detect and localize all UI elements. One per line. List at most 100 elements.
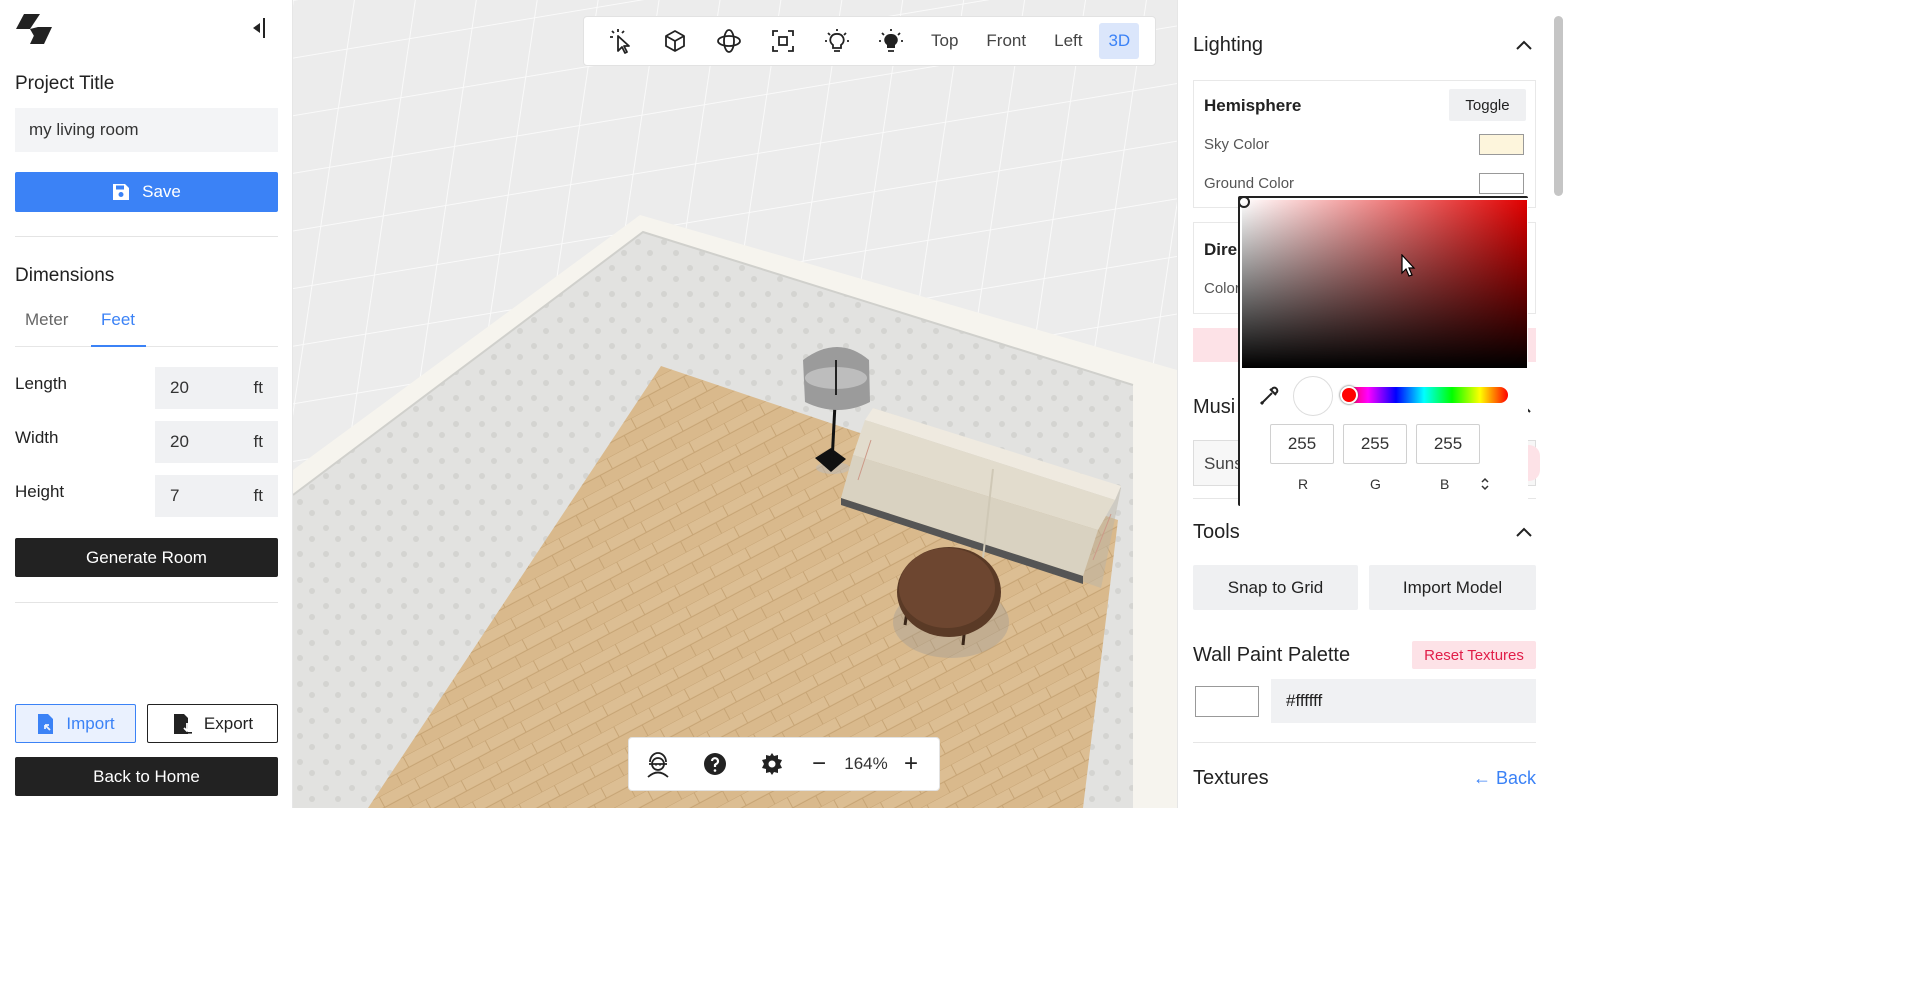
view-front-button[interactable]: Front bbox=[977, 23, 1035, 59]
hemisphere-card: Hemisphere Toggle Sky Color Ground Color bbox=[1193, 80, 1536, 208]
import-label: Import bbox=[66, 713, 115, 733]
music-select-value: Suns bbox=[1204, 454, 1243, 473]
scrollbar-thumb[interactable] bbox=[1554, 16, 1563, 196]
wall-color-hex-input[interactable]: #ffffff bbox=[1271, 679, 1536, 723]
tab-meter[interactable]: Meter bbox=[25, 310, 68, 330]
saturation-handle[interactable] bbox=[1238, 196, 1250, 208]
snap-to-grid-button[interactable]: Snap to Grid bbox=[1193, 565, 1358, 610]
avatar-button[interactable] bbox=[629, 737, 686, 791]
focus-tool-button[interactable] bbox=[756, 23, 810, 59]
hue-slider[interactable] bbox=[1340, 387, 1508, 403]
box-icon bbox=[665, 30, 685, 52]
save-button[interactable]: Save bbox=[15, 172, 278, 212]
export-button[interactable]: Export bbox=[147, 704, 278, 743]
light-off-button[interactable] bbox=[810, 23, 864, 59]
height-input[interactable]: 7 ft bbox=[155, 475, 278, 517]
height-label: Height bbox=[15, 482, 65, 501]
select-cursor-icon bbox=[610, 29, 630, 54]
help-icon bbox=[703, 753, 726, 775]
sky-color-swatch[interactable] bbox=[1479, 134, 1524, 155]
save-label: Save bbox=[142, 182, 181, 201]
saturation-value-area[interactable] bbox=[1242, 200, 1527, 368]
generate-room-button[interactable]: Generate Room bbox=[15, 538, 278, 577]
export-label: Export bbox=[203, 713, 254, 733]
select-tool-button[interactable] bbox=[594, 23, 648, 59]
zoom-level: 164% bbox=[844, 754, 888, 773]
orbit-tool-button[interactable] bbox=[702, 23, 756, 59]
length-label: Length bbox=[15, 374, 67, 393]
left-sidebar: Project Title my living room Save Dimens… bbox=[0, 0, 293, 808]
light-on-button[interactable] bbox=[864, 23, 918, 59]
lighting-heading: Lighting bbox=[1193, 34, 1264, 56]
back-to-home-button[interactable]: Back to Home bbox=[15, 757, 278, 796]
color-preview-swatch bbox=[1293, 376, 1333, 416]
width-input[interactable]: 20 ft bbox=[155, 421, 278, 463]
bulb-outline-icon bbox=[825, 29, 849, 52]
view-toolbar: Top Front Left 3D bbox=[583, 16, 1156, 66]
green-label: G bbox=[1370, 476, 1381, 492]
help-button[interactable] bbox=[686, 737, 743, 791]
tab-feet[interactable]: Feet bbox=[101, 310, 135, 330]
bottom-toolbar: − 164% + bbox=[628, 737, 940, 791]
length-value: 20 bbox=[170, 378, 189, 397]
divider bbox=[15, 602, 278, 603]
tools-heading: Tools bbox=[1193, 521, 1240, 543]
object-tool-button[interactable] bbox=[648, 23, 702, 59]
hue-handle[interactable] bbox=[1340, 386, 1358, 404]
settings-button[interactable] bbox=[743, 737, 800, 791]
room-scene[interactable] bbox=[293, 0, 1177, 808]
eyedropper-icon[interactable] bbox=[1258, 385, 1280, 407]
import-model-button[interactable]: Import Model bbox=[1369, 565, 1536, 610]
tab-divider bbox=[15, 346, 278, 347]
settings-icon bbox=[761, 753, 782, 775]
directional-label: Dire bbox=[1204, 240, 1238, 259]
zoom-in-button[interactable]: + bbox=[900, 737, 922, 791]
import-file-icon bbox=[38, 713, 54, 734]
width-value: 20 bbox=[170, 432, 189, 451]
format-toggle-icon[interactable] bbox=[1480, 477, 1490, 491]
red-label: R bbox=[1298, 476, 1309, 492]
chevron-up-icon[interactable] bbox=[1514, 525, 1534, 539]
view-3d-button[interactable]: 3D bbox=[1099, 23, 1140, 59]
hemisphere-label: Hemisphere bbox=[1204, 96, 1302, 115]
project-title-input[interactable]: my living room bbox=[15, 108, 278, 152]
width-unit: ft bbox=[253, 432, 263, 451]
length-input[interactable]: 20 ft bbox=[155, 367, 278, 409]
width-label: Width bbox=[15, 428, 59, 447]
focus-frame-icon bbox=[772, 30, 794, 52]
view-left-button[interactable]: Left bbox=[1045, 23, 1091, 59]
wall-paint-heading: Wall Paint Palette bbox=[1193, 644, 1351, 666]
toggle-button[interactable]: Toggle bbox=[1449, 89, 1526, 121]
divider bbox=[15, 236, 278, 237]
music-heading: Musi bbox=[1193, 396, 1236, 418]
collapse-sidebar-icon[interactable] bbox=[250, 14, 270, 42]
length-unit: ft bbox=[253, 378, 263, 397]
wall-color-swatch[interactable] bbox=[1195, 686, 1259, 717]
project-title-label: Project Title bbox=[15, 73, 115, 94]
3d-viewport[interactable]: Top Front Left 3D − 164% + bbox=[293, 0, 1177, 808]
sky-color-label: Sky Color bbox=[1204, 136, 1270, 153]
ground-color-label: Ground Color bbox=[1204, 175, 1295, 192]
dimensions-label: Dimensions bbox=[15, 265, 115, 286]
import-button[interactable]: Import bbox=[15, 704, 136, 743]
avatar-icon bbox=[646, 752, 669, 778]
textures-back-link[interactable]: ← Back bbox=[1473, 768, 1536, 789]
active-tab-indicator bbox=[91, 345, 146, 347]
orbit-icon bbox=[717, 29, 741, 53]
mouse-cursor-icon bbox=[1401, 254, 1416, 277]
red-input[interactable]: 255 bbox=[1270, 424, 1334, 464]
chevron-up-icon[interactable] bbox=[1514, 38, 1534, 52]
reset-textures-button[interactable]: Reset Textures bbox=[1412, 641, 1536, 669]
zoom-out-button[interactable]: − bbox=[808, 737, 830, 791]
save-icon bbox=[113, 184, 130, 200]
blue-label: B bbox=[1440, 476, 1450, 492]
app-logo-icon[interactable] bbox=[16, 12, 54, 46]
blue-input[interactable]: 255 bbox=[1416, 424, 1480, 464]
directional-color-label: Color bbox=[1204, 280, 1240, 297]
height-unit: ft bbox=[253, 486, 263, 505]
textures-heading: Textures bbox=[1193, 767, 1269, 789]
ground-color-swatch[interactable] bbox=[1479, 173, 1524, 194]
view-top-button[interactable]: Top bbox=[922, 23, 967, 59]
green-input[interactable]: 255 bbox=[1343, 424, 1407, 464]
height-value: 7 bbox=[170, 486, 180, 505]
